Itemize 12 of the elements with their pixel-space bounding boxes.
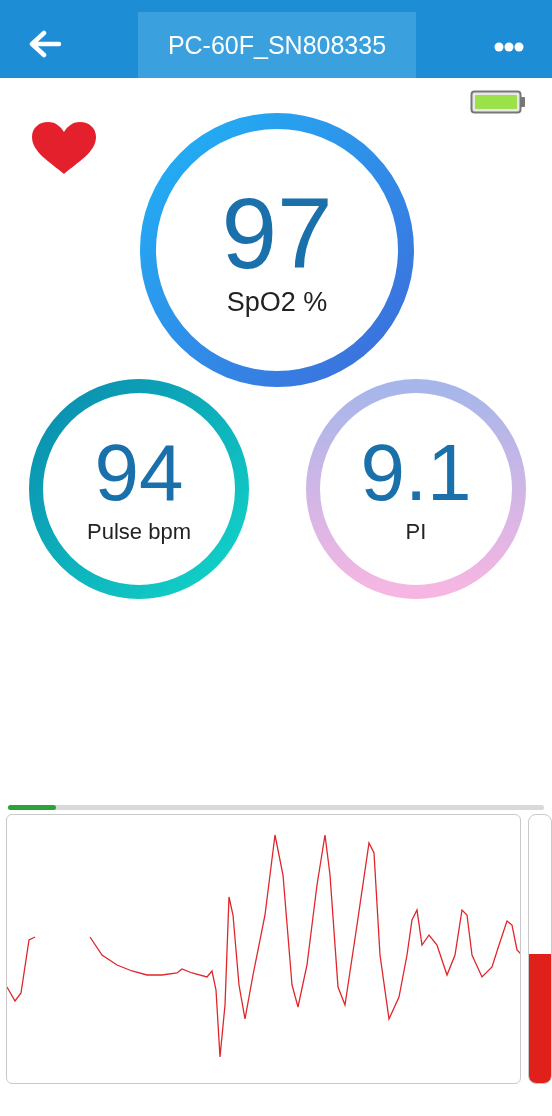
metric-label: Pulse bpm bbox=[87, 519, 191, 545]
metric-label: PI bbox=[405, 519, 427, 545]
battery-icon bbox=[470, 88, 526, 114]
title-tab[interactable]: PC-60F_SN808335 bbox=[138, 12, 416, 78]
metric-label: SpO2 % bbox=[226, 286, 328, 318]
metric-value: 9.1 bbox=[360, 433, 472, 513]
back-arrow-icon[interactable] bbox=[28, 30, 62, 58]
heart-icon bbox=[32, 122, 96, 174]
metric-value: 94 bbox=[94, 433, 184, 513]
device-title: PC-60F_SN808335 bbox=[167, 30, 387, 60]
more-icon[interactable] bbox=[494, 42, 524, 52]
metric-value: 97 bbox=[221, 182, 333, 283]
